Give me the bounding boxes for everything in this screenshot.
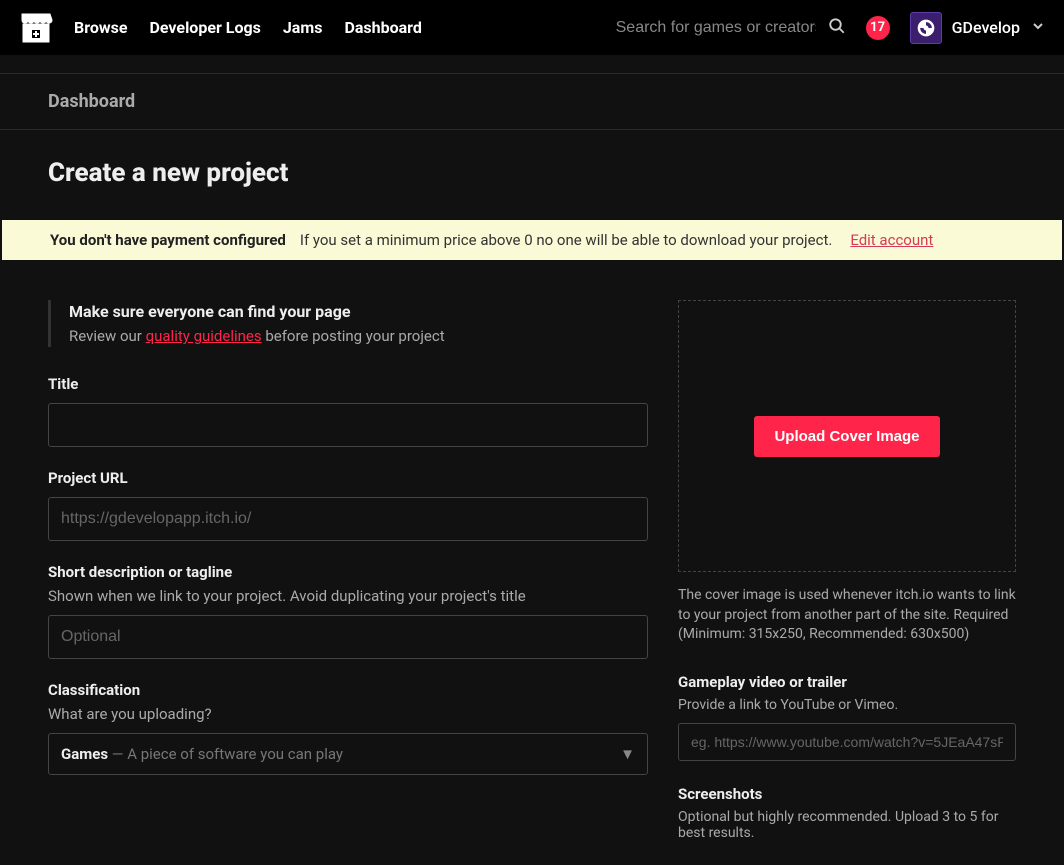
screenshots-sub: Optional but highly recommended. Upload …: [678, 809, 1016, 841]
guideline-box: Make sure everyone can find your page Re…: [48, 300, 648, 347]
search-input[interactable]: [616, 19, 816, 37]
left-column: Make sure everyone can find your page Re…: [48, 300, 648, 865]
breadcrumb[interactable]: Dashboard: [48, 91, 135, 112]
url-label: Project URL: [48, 469, 648, 487]
nav-dashboard[interactable]: Dashboard: [344, 18, 421, 37]
screenshots-section: Screenshots Optional but highly recommen…: [678, 785, 1016, 841]
classification-select[interactable]: Games — A piece of software you can play…: [48, 733, 648, 775]
itch-logo[interactable]: [18, 10, 54, 46]
page-title-wrap: Create a new project: [0, 130, 1064, 212]
right-column: Upload Cover Image The cover image is us…: [678, 300, 1016, 865]
guideline-prefix: Review our: [69, 327, 146, 345]
header-right: 17 GDevelop: [616, 12, 1046, 44]
short-desc-label: Short description or tagline: [48, 563, 648, 581]
quality-guidelines-link[interactable]: quality guidelines: [146, 327, 262, 345]
breadcrumb-bar: Dashboard: [0, 73, 1064, 130]
main-nav: Browse Developer Logs Jams Dashboard: [74, 18, 422, 37]
warning-strong: You don't have payment configured: [50, 231, 286, 249]
upload-cover-button[interactable]: Upload Cover Image: [754, 416, 939, 457]
classification-sub: What are you uploading?: [48, 705, 648, 723]
url-group: Project URL: [48, 469, 648, 541]
user-menu[interactable]: GDevelop: [910, 12, 1046, 44]
avatar: [910, 12, 942, 44]
main-content: Make sure everyone can find your page Re…: [0, 260, 1064, 865]
short-desc-sub: Shown when we link to your project. Avoi…: [48, 587, 648, 605]
guideline-title: Make sure everyone can find your page: [69, 302, 648, 321]
short-desc-input[interactable]: [48, 615, 648, 659]
guideline-suffix: before posting your project: [262, 327, 445, 345]
edit-account-link[interactable]: Edit account: [850, 231, 933, 249]
search-box: [616, 17, 846, 39]
title-group: Title: [48, 375, 648, 447]
top-header: Browse Developer Logs Jams Dashboard 17 …: [0, 0, 1064, 55]
nav-browse[interactable]: Browse: [74, 18, 127, 37]
payment-warning-banner: You don't have payment configured If you…: [2, 220, 1062, 260]
nav-devlogs[interactable]: Developer Logs: [149, 18, 260, 37]
video-section: Gameplay video or trailer Provide a link…: [678, 673, 1016, 761]
username-label: GDevelop: [952, 18, 1020, 37]
classification-rest: — A piece of software you can play: [108, 745, 343, 763]
nav-jams[interactable]: Jams: [283, 18, 323, 37]
short-desc-group: Short description or tagline Shown when …: [48, 563, 648, 659]
title-input[interactable]: [48, 403, 648, 447]
cover-uploader[interactable]: Upload Cover Image: [678, 300, 1016, 572]
page-title: Create a new project: [48, 158, 1016, 188]
dropdown-arrow-icon: ▼: [620, 745, 635, 763]
video-label: Gameplay video or trailer: [678, 673, 1016, 691]
classification-strong: Games: [61, 745, 108, 763]
title-label: Title: [48, 375, 648, 393]
classification-label: Classification: [48, 681, 648, 699]
cover-help-text: The cover image is used whenever itch.io…: [678, 586, 1016, 645]
itch-logo-icon: [18, 12, 54, 44]
chevron-down-icon: [1030, 18, 1046, 38]
notification-badge[interactable]: 17: [866, 16, 890, 40]
screenshots-label: Screenshots: [678, 785, 1016, 803]
guideline-sub: Review our quality guidelines before pos…: [69, 327, 648, 345]
video-input[interactable]: [678, 723, 1016, 761]
url-input[interactable]: [48, 497, 648, 541]
warning-text: If you set a minimum price above 0 no on…: [300, 231, 832, 249]
classification-value: Games — A piece of software you can play: [61, 745, 343, 763]
search-icon[interactable]: [828, 17, 846, 39]
classification-group: Classification What are you uploading? G…: [48, 681, 648, 775]
video-sub: Provide a link to YouTube or Vimeo.: [678, 697, 1016, 713]
